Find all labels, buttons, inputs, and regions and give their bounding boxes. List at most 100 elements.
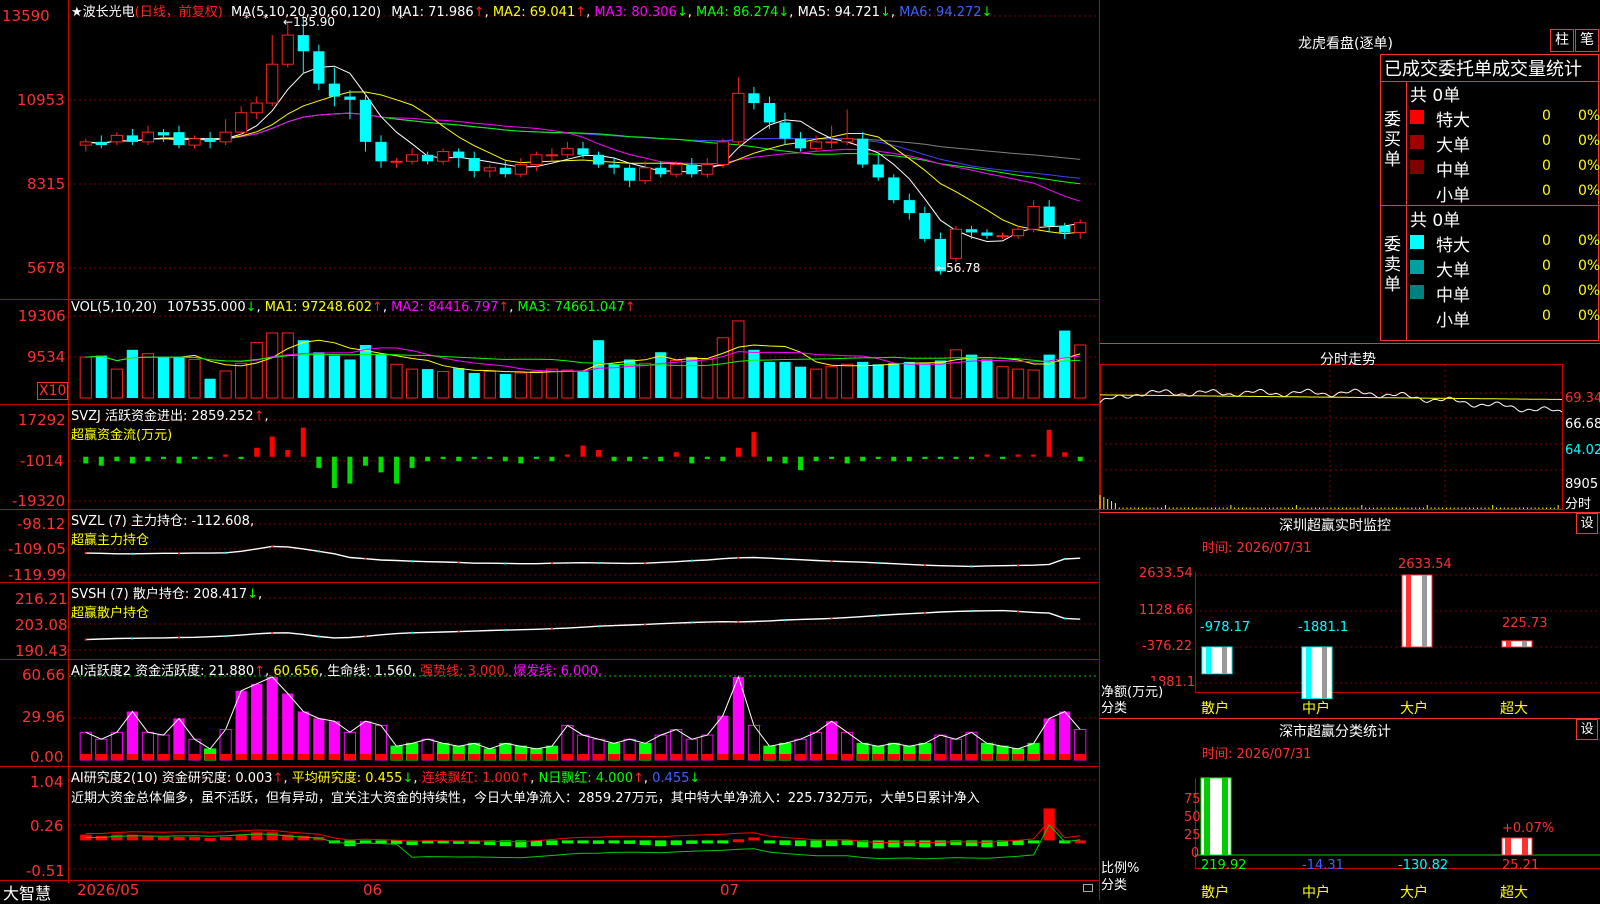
- candle-body: [235, 112, 248, 133]
- holding-tick: [877, 561, 880, 564]
- intraday-avg-line: [1100, 394, 1562, 400]
- ai-research-chart[interactable]: [69, 779, 1099, 870]
- volume-bar: [235, 362, 248, 399]
- candle-body: [141, 131, 155, 143]
- candle-body: [888, 177, 900, 201]
- holding-tick: [131, 552, 134, 555]
- flow-bar: [1062, 452, 1068, 457]
- flow-bar: [425, 456, 431, 462]
- activity-base: [608, 754, 620, 760]
- holding-tick: [784, 557, 786, 560]
- volume-bar: [608, 364, 620, 398]
- activity-base: [422, 754, 434, 760]
- activity-base: [888, 754, 900, 760]
- flow-bar: [487, 456, 493, 459]
- holding-tick: [550, 562, 553, 565]
- holding-tick: [1017, 564, 1020, 567]
- volume-bar: [1074, 344, 1087, 399]
- flow-bar: [502, 456, 508, 462]
- candle-body: [545, 154, 559, 157]
- activity-bar: [251, 683, 263, 760]
- candle-body: [1043, 206, 1055, 226]
- research-bar: [546, 840, 558, 846]
- candle-body: [405, 154, 419, 162]
- flow-bar: [145, 456, 151, 462]
- svzl-chart[interactable]: [69, 523, 1099, 576]
- volume-bar: [779, 361, 791, 398]
- candle-body: [126, 135, 138, 142]
- candle-body: [701, 164, 714, 175]
- research-bar: [375, 840, 387, 844]
- activity-base: [826, 754, 838, 760]
- volume-bar: [126, 349, 138, 398]
- star-marker: *: [263, 12, 269, 25]
- flow-bar: [223, 454, 229, 457]
- flow-bar: [518, 456, 524, 464]
- volume-bar: [670, 359, 683, 399]
- holding-tick: [690, 621, 693, 624]
- monitor-bar-stripe: [1222, 647, 1227, 674]
- candle-body: [422, 154, 434, 162]
- activity-base: [406, 754, 418, 760]
- flow-bar: [207, 456, 213, 459]
- holding-tick: [1017, 610, 1020, 613]
- ai-active-chart[interactable]: [69, 675, 1099, 761]
- candle-body: [468, 158, 480, 171]
- flow-bar: [720, 456, 726, 462]
- volume-bar: [996, 366, 1009, 399]
- volume-bar: [328, 355, 340, 398]
- flow-bar: [689, 456, 695, 464]
- candle-body: [639, 167, 652, 182]
- flow-bar: [129, 456, 135, 464]
- activity-bar: [297, 711, 309, 760]
- holding-tick: [411, 631, 414, 634]
- right-panel-graphics: [1099, 54, 1600, 869]
- flow-bar: [953, 456, 959, 459]
- holding-tick: [317, 635, 320, 638]
- volume-bar: [313, 352, 325, 398]
- flow-bar: [98, 456, 104, 466]
- activity-base: [577, 754, 589, 760]
- activity-base: [484, 754, 496, 760]
- activity-base: [655, 754, 667, 760]
- holding-tick: [1063, 557, 1066, 560]
- svsh-chart[interactable]: [69, 597, 1099, 651]
- volume-bar: [888, 363, 900, 398]
- activity-base: [297, 754, 309, 760]
- candle-body: [624, 167, 636, 181]
- volume-bar: [949, 349, 963, 399]
- monitor-bar-stripe: [1522, 640, 1527, 647]
- volume-bar: [748, 349, 760, 398]
- research-bar: [732, 839, 744, 843]
- holding-tick: [271, 545, 274, 548]
- activity-base: [1059, 754, 1071, 760]
- flow-bar: [160, 456, 166, 459]
- candle-body: [204, 138, 216, 142]
- flow-bar: [937, 456, 943, 459]
- candle-body: [297, 35, 309, 52]
- activity-base: [282, 754, 294, 760]
- candle-body: [483, 167, 496, 172]
- volume-bar: [437, 371, 450, 399]
- holding-tick: [690, 559, 693, 562]
- research-bar: [592, 840, 605, 844]
- activity-bar: [126, 711, 138, 760]
- activity-base: [80, 754, 92, 760]
- volume-chart[interactable]: [69, 315, 1099, 399]
- holding-tick: [178, 636, 180, 639]
- candle-body: [592, 154, 605, 165]
- classify-bar-stripe: [1222, 778, 1228, 855]
- candle-body: [732, 92, 745, 143]
- flow-bar: [471, 456, 477, 459]
- price-chart[interactable]: * * *: [69, 12, 1099, 275]
- research-bar: [157, 836, 170, 841]
- volume-bar: [903, 361, 915, 398]
- svzj-chart[interactable]: [69, 419, 1099, 502]
- activity-base: [1028, 754, 1040, 760]
- candle-body: [514, 164, 527, 175]
- volume-bar: [1027, 369, 1040, 399]
- lhb-box: [1380, 54, 1599, 341]
- flow-bar: [331, 456, 337, 489]
- flow-bar: [114, 456, 120, 462]
- volume-bar: [981, 359, 993, 398]
